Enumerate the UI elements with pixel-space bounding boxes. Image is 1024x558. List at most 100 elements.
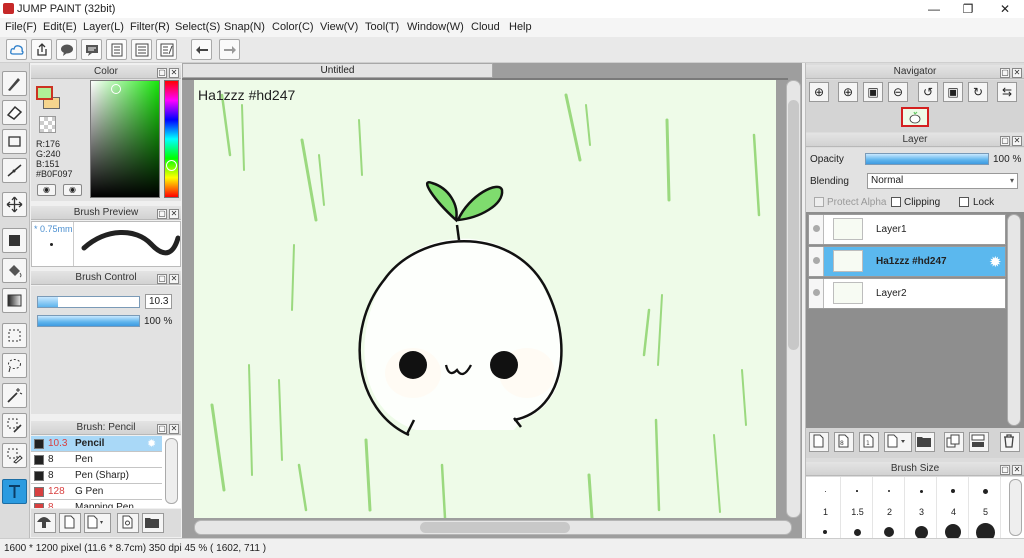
brush-install-button[interactable] <box>34 513 56 533</box>
list-button[interactable] <box>131 39 152 60</box>
tool-bucket[interactable] <box>2 258 27 283</box>
menu-tool[interactable]: Tool(T) <box>365 21 399 33</box>
navigator-rotate-right-button[interactable]: ↻ <box>968 82 988 102</box>
menu-layer[interactable]: Layer(L) <box>83 21 124 33</box>
panel-undock-button[interactable]: ▢ <box>1000 136 1010 146</box>
gear-icon[interactable]: ✹ <box>989 253 1002 271</box>
panel-undock-button[interactable]: ▢ <box>157 209 167 219</box>
blending-dropdown[interactable]: Normal ▾ <box>867 173 1018 189</box>
tool-gradient[interactable] <box>2 288 27 313</box>
tool-eraser[interactable] <box>2 100 27 125</box>
panel-close-button[interactable]: ✕ <box>169 209 179 219</box>
menu-snap[interactable]: Snap(N) <box>224 21 265 33</box>
layer-list-scrollbar[interactable] <box>1007 214 1021 426</box>
panel-close-button[interactable]: ✕ <box>1012 68 1022 78</box>
saturation-value-picker[interactable] <box>90 80 160 198</box>
new-layer-button[interactable] <box>809 432 829 452</box>
lock-checkbox[interactable] <box>959 197 969 207</box>
layer-row[interactable]: Layer2 <box>808 278 1006 309</box>
menu-window[interactable]: Window(W) <box>407 21 464 33</box>
redo-button[interactable] <box>219 39 240 60</box>
menu-edit[interactable]: Edit(E) <box>43 21 77 33</box>
comment-button[interactable] <box>56 39 77 60</box>
layer-visibility-toggle[interactable] <box>809 215 824 244</box>
layer-visibility-toggle[interactable] <box>809 247 824 276</box>
chat-button[interactable] <box>81 39 102 60</box>
new-layer-1bit-button[interactable]: 1 <box>859 432 879 452</box>
panel-close-button[interactable]: ✕ <box>169 68 179 78</box>
canvas-vertical-scroll-thumb[interactable] <box>788 100 799 350</box>
brush-list-item[interactable]: 8 Pen <box>31 452 162 468</box>
cloud-button[interactable] <box>6 39 27 60</box>
navigator-zoom-out-button[interactable]: ⊖ <box>888 82 908 102</box>
navigator-fit-button[interactable]: ▣ <box>863 82 883 102</box>
menu-color[interactable]: Color(C) <box>272 21 314 33</box>
brush-size-cell[interactable]: 3 <box>906 477 937 538</box>
layer-folder-button[interactable] <box>915 432 935 452</box>
brush-list-item[interactable]: 10.3 Pencil ✹ <box>31 436 162 452</box>
menu-file[interactable]: File(F) <box>5 21 37 33</box>
layer-row[interactable]: Ha1zzz #hd247 ✹ <box>808 246 1006 277</box>
sv-picker-cursor[interactable] <box>111 84 121 94</box>
canvas-horizontal-scroll-thumb[interactable] <box>420 522 570 533</box>
new-brush-button[interactable] <box>59 513 81 533</box>
brush-size-cell[interactable]: 2 <box>874 477 905 538</box>
brush-size-cell[interactable]: 1 <box>810 477 841 538</box>
navigator-zoom-in-button[interactable]: ⊕ <box>809 82 829 102</box>
menu-cloud[interactable]: Cloud <box>471 21 500 33</box>
navigator-thumbnail[interactable] <box>901 107 929 127</box>
layer-visibility-toggle[interactable] <box>809 279 824 308</box>
delete-layer-button[interactable] <box>1000 432 1020 452</box>
brush-list-item[interactable]: 8 Pen (Sharp) <box>31 468 162 484</box>
brush-size-scrollbar[interactable] <box>1009 479 1022 536</box>
navigator-flip-button[interactable]: ⇆ <box>997 82 1017 102</box>
brush-list-item[interactable]: 128 G Pen <box>31 484 162 500</box>
tool-select-eraser[interactable] <box>2 443 27 468</box>
panel-undock-button[interactable]: ▢ <box>157 424 167 434</box>
panel-undock-button[interactable]: ▢ <box>157 68 167 78</box>
tool-move[interactable] <box>2 192 27 217</box>
tool-magic-wand[interactable] <box>2 383 27 408</box>
foreground-color-swatch[interactable] <box>36 86 53 100</box>
protect-alpha-checkbox[interactable] <box>814 197 824 207</box>
brush-folder-button[interactable] <box>142 513 164 533</box>
tool-select-pen[interactable] <box>2 413 27 438</box>
navigator-zoom-plus-button[interactable]: ⊕ <box>838 82 858 102</box>
clipping-checkbox[interactable] <box>891 197 901 207</box>
brush-size-cell[interactable]: 4 <box>938 477 969 538</box>
panel-undock-button[interactable]: ▢ <box>1000 465 1010 475</box>
hue-slider-handle[interactable] <box>166 160 177 171</box>
document-tab[interactable]: Untitled <box>182 63 493 78</box>
navigator-rotate-left-button[interactable]: ↺ <box>918 82 938 102</box>
layer-opacity-slider[interactable] <box>865 153 989 165</box>
menu-view[interactable]: View(V) <box>320 21 358 33</box>
brush-opacity-slider[interactable] <box>37 315 140 327</box>
drawing-canvas[interactable]: Ha1zzz #hd247 <box>194 80 776 518</box>
tool-fill-rect[interactable] <box>2 228 27 253</box>
panel-close-button[interactable]: ✕ <box>169 274 179 284</box>
minimize-button[interactable]: — <box>916 0 952 18</box>
close-button[interactable]: ✕ <box>987 0 1023 18</box>
tool-text[interactable] <box>2 479 27 504</box>
tool-line[interactable] <box>2 158 27 183</box>
panel-close-button[interactable]: ✕ <box>169 424 179 434</box>
brush-list-scrollbar[interactable] <box>165 438 178 504</box>
menu-select[interactable]: Select(S) <box>175 21 220 33</box>
color-mode-button-1[interactable]: ◉ <box>37 184 56 196</box>
menu-help[interactable]: Help <box>509 21 532 33</box>
brush-size-cell[interactable]: 1.5 <box>842 477 873 538</box>
brush-size-value[interactable]: 10.3 <box>145 294 172 309</box>
panel-close-button[interactable]: ✕ <box>1012 465 1022 475</box>
menu-filter[interactable]: Filter(R) <box>130 21 170 33</box>
tool-select-rect[interactable] <box>2 323 27 348</box>
duplicate-layer-button[interactable] <box>944 432 964 452</box>
brush-settings-button[interactable] <box>117 513 139 533</box>
layer-row[interactable]: Layer1 <box>808 214 1006 245</box>
color-mode-button-2[interactable]: ◉ <box>63 184 82 196</box>
document-button[interactable] <box>106 39 127 60</box>
merge-layer-button[interactable] <box>969 432 989 452</box>
brush-list-item[interactable]: 8 Mapping Pen <box>31 500 162 508</box>
navigator-reset-rotation-button[interactable]: ▣ <box>943 82 963 102</box>
panel-undock-button[interactable]: ▢ <box>157 274 167 284</box>
add-layer-menu-button[interactable] <box>884 432 912 452</box>
